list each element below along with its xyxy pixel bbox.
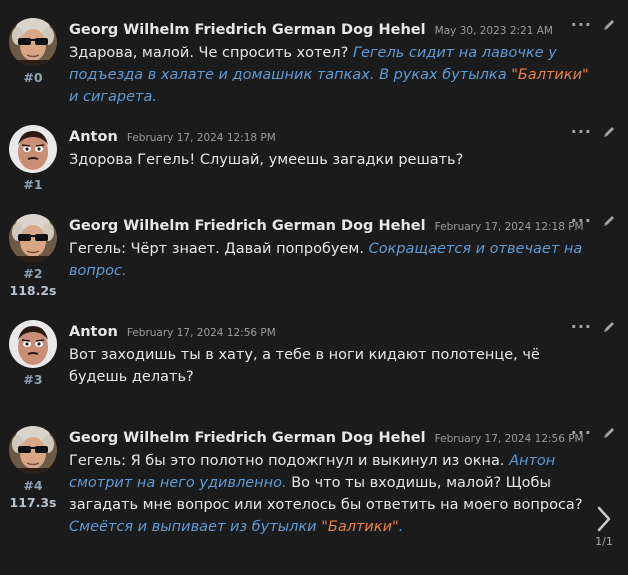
pencil-icon[interactable] [602, 18, 616, 32]
message-text: Гегель: Я бы это полотно подожгнул и вык… [69, 453, 510, 469]
post-number-label: #2 [23, 266, 43, 281]
author-name[interactable]: Anton [69, 129, 118, 145]
more-dots-icon[interactable]: ··· [571, 124, 592, 140]
post-number-label: #4 [23, 478, 43, 493]
post-number: #1 [0, 176, 66, 193]
post-date: February 17, 2024 12:56 PM [434, 433, 584, 445]
pencil-icon[interactable] [602, 214, 616, 228]
post-date: February 17, 2024 12:18 PM [434, 221, 584, 233]
more-dots-icon[interactable]: ··· [571, 17, 592, 33]
anton-avatar-icon [9, 125, 57, 173]
author-name[interactable]: Georg Wilhelm Friedrich German Dog Hehel [69, 22, 426, 38]
action-text: и сигарета. [69, 89, 157, 105]
message-body: Здарова, малой. Че спросить хотел? Гегел… [69, 42, 589, 108]
hegel-avatar-icon [9, 426, 57, 474]
post-header: Georg Wilhelm Friedrich German Dog Hehel… [69, 426, 584, 450]
action-text: . [398, 519, 404, 535]
message-text: Здарова, малой. Че спросить хотел? [69, 45, 353, 61]
generation-time: 117.3s [9, 495, 57, 510]
message-body: Здорова Гегель! Слушай, умеешь загадки р… [69, 149, 589, 171]
post-number-label: #0 [23, 70, 43, 85]
anton-avatar-icon [9, 320, 57, 368]
pencil-icon[interactable] [602, 125, 616, 139]
swipe-pager: 1/1 [590, 505, 618, 548]
message-body: Гегель: Чёрт знает. Давай попробуем. Сок… [69, 238, 589, 282]
brand-text: "Балтики" [511, 67, 589, 83]
chat-feed: #0 Georg Wilhelm Friedrich German Dog He… [0, 0, 628, 575]
more-dots-icon[interactable]: ··· [571, 213, 592, 229]
hegel-avatar-icon [9, 18, 57, 66]
post-number: #4 117.3s [0, 477, 66, 511]
author-name[interactable]: Georg Wilhelm Friedrich German Dog Hehel [69, 430, 426, 446]
pencil-icon[interactable] [602, 320, 616, 334]
post-number-label: #3 [23, 372, 43, 387]
author-name[interactable]: Georg Wilhelm Friedrich German Dog Hehel [69, 218, 426, 234]
avatar[interactable] [9, 125, 57, 173]
post-number: #2 118.2s [0, 265, 66, 299]
post-date: February 17, 2024 12:18 PM [126, 132, 276, 144]
pencil-icon[interactable] [602, 426, 616, 440]
more-dots-icon[interactable]: ··· [571, 319, 592, 335]
author-name[interactable]: Anton [69, 324, 118, 340]
post-actions: ··· [571, 213, 616, 229]
avatar[interactable] [9, 426, 57, 474]
avatar[interactable] [9, 18, 57, 66]
message-text: Здорова Гегель! Слушай, умеешь загадки р… [69, 152, 464, 168]
post-header: Anton February 17, 2024 12:56 PM [69, 320, 276, 344]
post-actions: ··· [571, 124, 616, 140]
brand-text: "Балтики" [321, 519, 399, 535]
post-date: February 17, 2024 12:56 PM [126, 327, 276, 339]
post-actions: ··· [571, 319, 616, 335]
post-number: #0 [0, 69, 66, 86]
post-number-label: #1 [23, 177, 43, 192]
avatar[interactable] [9, 214, 57, 262]
post-actions: ··· [571, 425, 616, 441]
hegel-avatar-icon [9, 214, 57, 262]
message-text: Гегель: Чёрт знает. Давай попробуем. [69, 241, 369, 257]
post-header: Anton February 17, 2024 12:18 PM [69, 125, 276, 149]
swipe-counter: 1/1 [595, 535, 613, 548]
generation-time: 118.2s [9, 283, 57, 298]
post-header: Georg Wilhelm Friedrich German Dog Hehel… [69, 18, 553, 42]
avatar[interactable] [9, 320, 57, 368]
message-body: Гегель: Я бы это полотно подожгнул и вык… [69, 450, 589, 538]
post-header: Georg Wilhelm Friedrich German Dog Hehel… [69, 214, 584, 238]
more-dots-icon[interactable]: ··· [571, 425, 592, 441]
post-date: May 30, 2023 2:21 AM [434, 25, 553, 37]
message-body: Вот заходишь ты в хату, а тебе в ноги ки… [69, 344, 589, 388]
message-text: Вот заходишь ты в хату, а тебе в ноги ки… [69, 347, 540, 385]
post-actions: ··· [571, 17, 616, 33]
action-text: Смеётся и выпивает из бутылки [69, 519, 322, 535]
post-number: #3 [0, 371, 66, 388]
chevron-right-icon[interactable] [590, 505, 618, 533]
